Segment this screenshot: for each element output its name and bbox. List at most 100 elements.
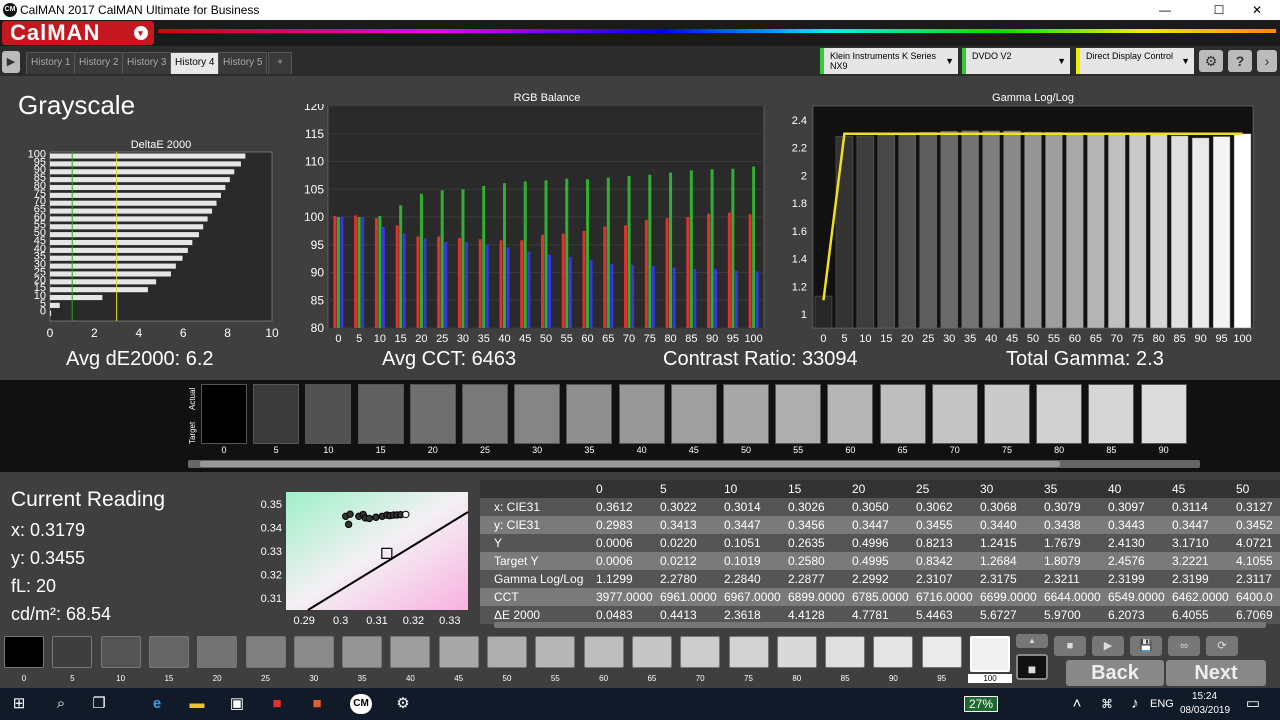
bottom-swatch-button[interactable]	[728, 636, 769, 668]
bottom-swatch-button[interactable]	[631, 636, 672, 668]
speaker-icon[interactable]: ♪	[1124, 694, 1146, 714]
tab-history-3[interactable]: History 3	[122, 52, 172, 74]
close-button[interactable]: ✕	[1234, 0, 1280, 20]
strip-scroll-thumb[interactable]	[200, 461, 1060, 467]
gray-swatch[interactable]	[462, 384, 508, 444]
play-icon[interactable]: ▶	[2, 51, 20, 73]
add-tab-button[interactable]: +	[268, 52, 292, 74]
gray-swatch[interactable]	[514, 384, 561, 444]
app-red-icon[interactable]: ■	[266, 694, 288, 714]
bottom-swatch-button[interactable]	[4, 636, 44, 668]
app-orange-icon[interactable]: ■	[306, 694, 328, 714]
gray-swatch[interactable]	[827, 384, 874, 444]
gamma-x-tick: 30	[943, 333, 955, 344]
network-icon[interactable]: ⌘	[1096, 694, 1118, 714]
bottom-swatch-button[interactable]	[535, 636, 576, 668]
gray-swatch[interactable]	[566, 384, 613, 444]
battery-indicator[interactable]: 27%	[964, 696, 998, 712]
store-icon[interactable]: ▣	[226, 694, 248, 714]
task-view-icon[interactable]: ❐	[88, 694, 110, 714]
stop-square-icon[interactable]: ■	[1016, 654, 1048, 680]
minimize-button[interactable]: —	[1142, 0, 1188, 20]
tab-history-4[interactable]: History 4	[170, 52, 220, 74]
up-icon[interactable]: ▲	[1016, 634, 1048, 648]
bottom-swatch-button[interactable]	[825, 636, 866, 668]
gray-swatch[interactable]	[723, 384, 769, 444]
loop-icon[interactable]: ∞	[1168, 636, 1200, 656]
edge-icon[interactable]: e	[146, 694, 168, 714]
bottom-swatch-button[interactable]	[342, 636, 383, 668]
gray-swatch[interactable]	[984, 384, 1030, 444]
folder-icon[interactable]: ▬	[186, 694, 208, 714]
bottom-swatch-button[interactable]	[873, 636, 914, 668]
gray-swatch[interactable]	[618, 384, 665, 444]
table-scrollbar[interactable]	[494, 622, 1266, 628]
rgb-bar-green	[482, 185, 486, 328]
gray-swatch[interactable]	[670, 384, 717, 444]
device-meter[interactable]: Klein Instruments K Series NX9 ▼	[820, 48, 958, 74]
language-indicator[interactable]: ENG	[1150, 698, 1174, 710]
device-display[interactable]: Direct Display Control ▼	[1076, 48, 1194, 74]
bottom-swatch-button[interactable]	[921, 636, 962, 668]
strip-scrollbar[interactable]	[188, 460, 1200, 468]
rgb-bar-blue	[506, 247, 510, 328]
bottom-swatch-button[interactable]	[776, 636, 817, 668]
gray-swatch[interactable]	[201, 384, 247, 444]
help-icon[interactable]: ?	[1228, 50, 1252, 72]
gray-swatch[interactable]	[931, 384, 978, 444]
gray-swatch[interactable]	[409, 384, 456, 444]
chevron-down-icon: ▼	[1057, 56, 1066, 66]
gray-swatch[interactable]	[357, 384, 404, 444]
refresh-icon[interactable]: ⟳	[1206, 636, 1238, 656]
calman-taskbar-icon[interactable]: CM	[350, 694, 372, 714]
next-arrow-icon[interactable]: ›	[1257, 50, 1277, 72]
gray-swatch[interactable]	[1140, 384, 1187, 444]
next-button[interactable]: Next	[1166, 660, 1266, 686]
play-button-icon[interactable]: ▶	[1092, 636, 1124, 656]
bottom-swatch-button[interactable]	[680, 636, 721, 668]
gray-swatch[interactable]	[775, 384, 822, 444]
table-cell: 0.3068	[980, 500, 1017, 514]
rgb-y-tick: 110	[305, 155, 324, 169]
gamma-bar	[877, 135, 896, 329]
rgb-bar-red	[624, 225, 628, 328]
calman-logo[interactable]: CalMAN ▾	[2, 21, 154, 45]
settings-icon[interactable]: ⚙	[1199, 50, 1223, 72]
gray-swatch[interactable]	[253, 384, 300, 444]
table-cell: 6716.0000	[916, 590, 973, 604]
bottom-swatch-button[interactable]	[52, 636, 93, 668]
device-source[interactable]: DVDO V2 ▼	[962, 48, 1070, 74]
tab-history-5[interactable]: History 5	[218, 52, 268, 74]
bottom-swatch-button[interactable]	[100, 636, 141, 668]
tab-bar: ▶ History 1 History 2 History 3 History …	[0, 46, 1280, 76]
bottom-swatch-button[interactable]	[583, 636, 624, 668]
back-button[interactable]: Back	[1066, 660, 1164, 686]
chevron-up-icon[interactable]: ˄	[1066, 694, 1088, 714]
rgb-x-tick: 0	[335, 333, 341, 344]
gray-swatch[interactable]	[305, 384, 352, 444]
tab-history-2[interactable]: History 2	[74, 52, 124, 74]
tab-history-1[interactable]: History 1	[26, 52, 76, 74]
bottom-swatch-button[interactable]	[245, 636, 286, 668]
rgb-bar-red	[561, 233, 565, 328]
bottom-swatch-button[interactable]	[197, 636, 238, 668]
gear-taskbar-icon[interactable]: ⚙	[392, 694, 414, 714]
start-icon[interactable]: ⊞	[8, 694, 30, 714]
bottom-swatch-button[interactable]	[438, 636, 479, 668]
stop-icon[interactable]: ■	[1054, 636, 1086, 656]
bottom-swatch-button[interactable]	[970, 636, 1010, 672]
notification-icon[interactable]: ▭	[1242, 694, 1264, 714]
save-icon[interactable]: 💾	[1130, 636, 1162, 656]
rgb-x-tick: 25	[436, 333, 448, 344]
gray-swatch[interactable]	[1088, 384, 1135, 444]
gray-swatch[interactable]	[1036, 384, 1083, 444]
bottom-swatch-button[interactable]	[487, 636, 527, 668]
gray-swatch[interactable]	[879, 384, 926, 444]
bottom-swatch-button[interactable]	[148, 636, 189, 668]
bottom-swatch-button[interactable]	[293, 636, 334, 668]
table-cell: 6549.0000	[1108, 590, 1165, 604]
clock-date[interactable]: 08/03/2019	[1180, 705, 1230, 716]
clock-time[interactable]: 15:24	[1192, 691, 1217, 702]
search-icon[interactable]: ⌕	[50, 694, 72, 714]
bottom-swatch-button[interactable]	[390, 636, 431, 668]
